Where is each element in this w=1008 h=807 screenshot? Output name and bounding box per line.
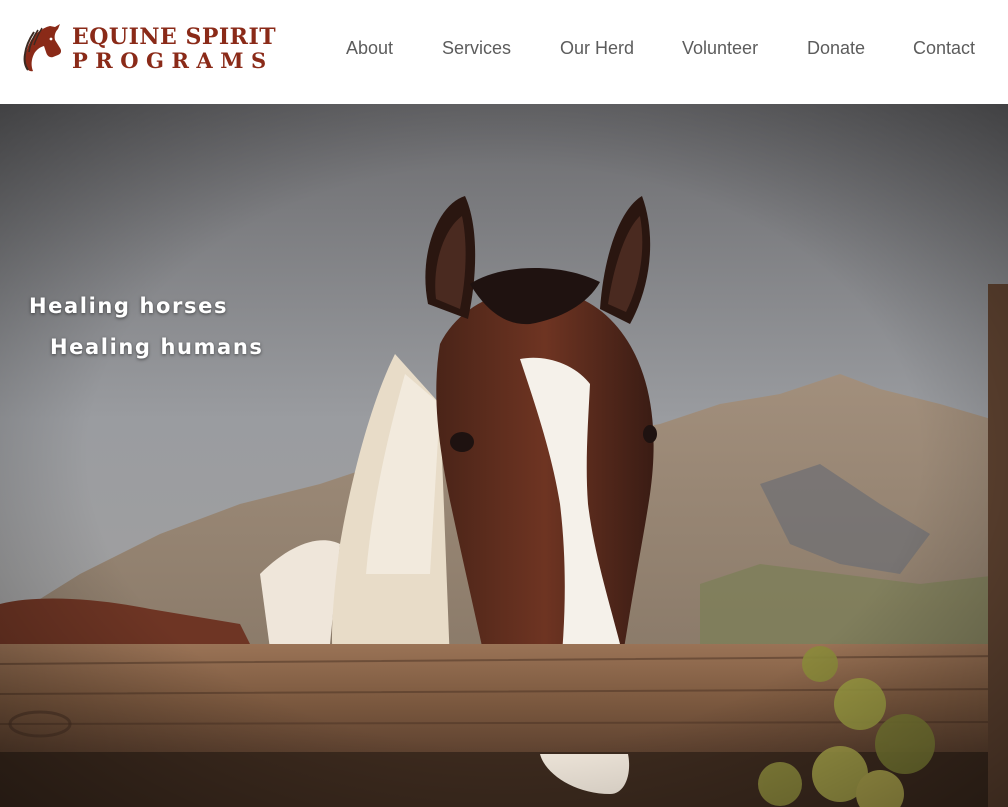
main-nav: About Services Our Herd Volunteer Donate… xyxy=(0,38,1008,62)
site-header: EQUINE SPIRIT PROGRAMS About Services Ou… xyxy=(0,0,1008,104)
nav-contact[interactable]: Contact xyxy=(913,38,975,59)
nav-services[interactable]: Services xyxy=(442,38,511,59)
hero-tagline-humans: Healing humans xyxy=(50,335,264,359)
nav-about[interactable]: About xyxy=(346,38,393,59)
hero-banner: Healing horses Healing humans xyxy=(0,104,1008,807)
nav-volunteer[interactable]: Volunteer xyxy=(682,38,758,59)
nav-donate[interactable]: Donate xyxy=(807,38,865,59)
hero-image xyxy=(0,104,1008,807)
hero-tagline-horses: Healing horses xyxy=(29,294,229,318)
nav-our-herd[interactable]: Our Herd xyxy=(560,38,634,59)
